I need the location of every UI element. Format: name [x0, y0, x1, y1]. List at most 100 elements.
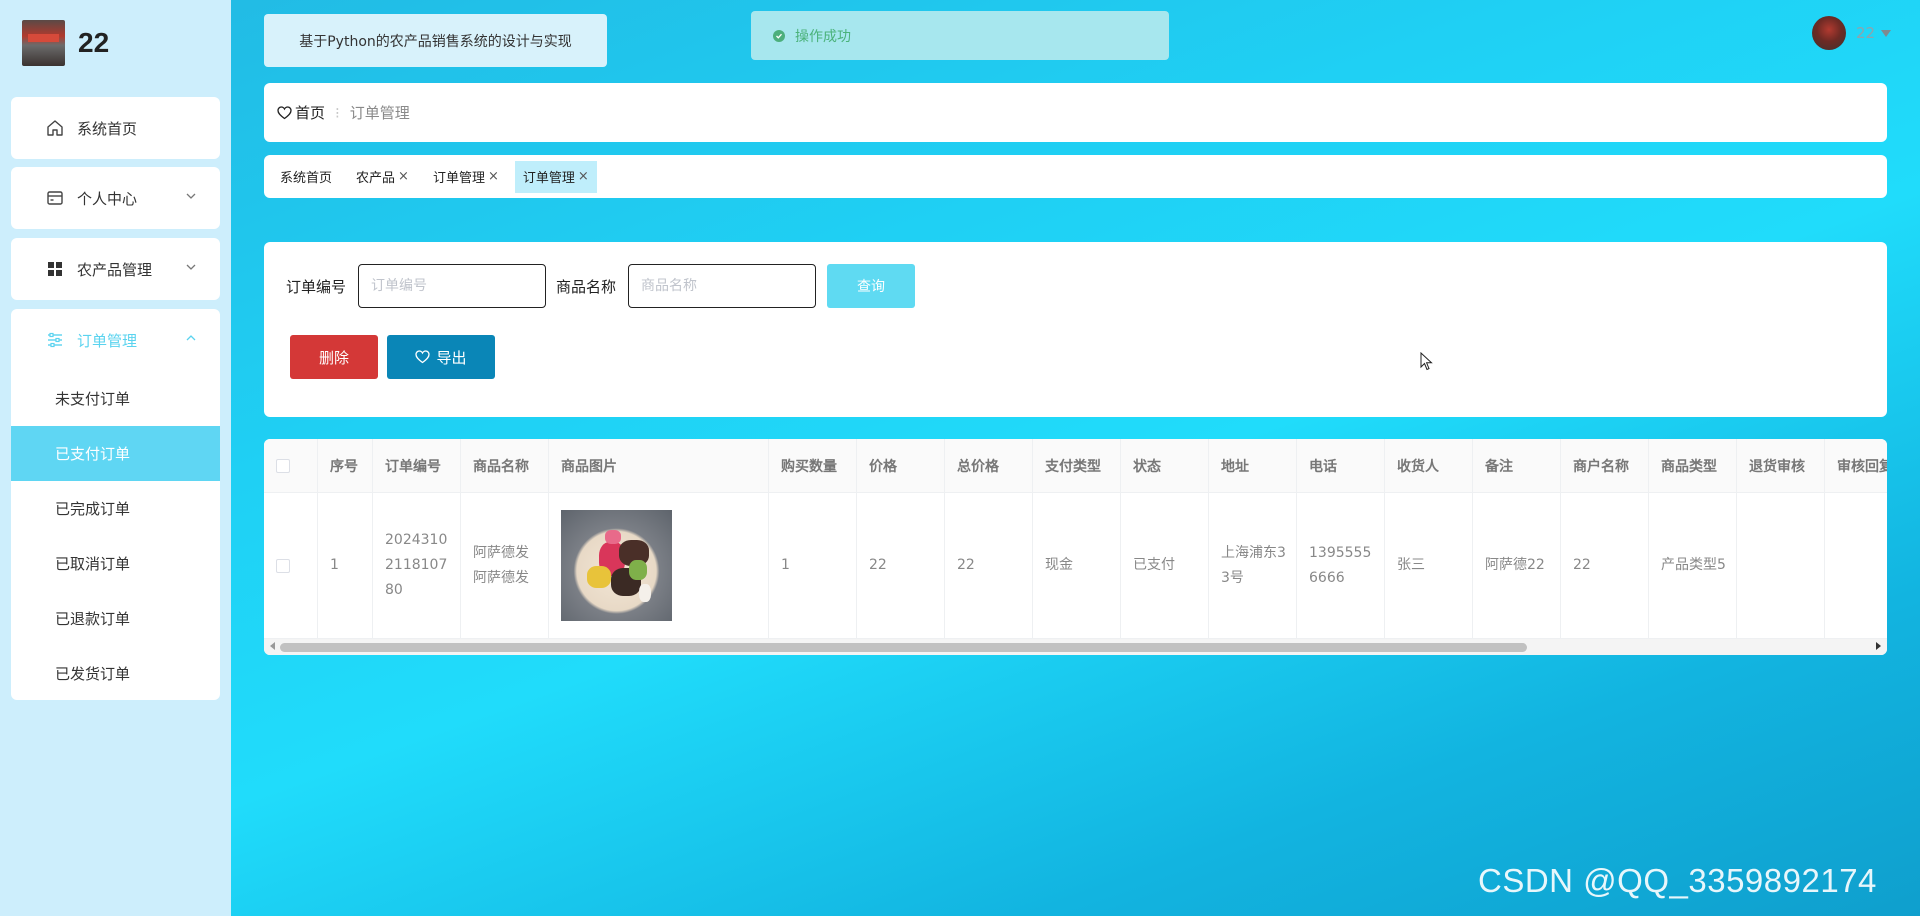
select-all-checkbox[interactable] [276, 458, 290, 473]
user-menu[interactable]: 22 [1812, 15, 1892, 51]
grid-icon [45, 259, 65, 279]
column-header[interactable]: 序号 [318, 439, 372, 493]
column-header[interactable]: 商品名称 [461, 439, 548, 493]
cell-quantity: 1 [769, 493, 856, 639]
column-header[interactable]: 总价格 [945, 439, 1032, 493]
scroll-left-icon[interactable] [270, 642, 275, 650]
cell-phone: 13955556666 [1297, 493, 1384, 639]
breadcrumb-home-label: 首页 [295, 104, 326, 122]
column-status: 状态 已支付 [1121, 439, 1209, 639]
column-product-image: 商品图片 [549, 439, 769, 639]
tabs-bar: 系统首页 农产品 × 订单管理 × 订单管理 × [264, 155, 1887, 198]
product-image[interactable] [561, 510, 672, 621]
cell-address: 上海浦东33号 [1209, 493, 1296, 639]
brand-logo [22, 20, 65, 66]
column-merchant: 商户名称 22 [1561, 439, 1649, 639]
column-header[interactable]: 订单编号 [373, 439, 460, 493]
tab-label: 订单管理 [522, 171, 575, 186]
tab-label: 系统首页 [280, 171, 333, 186]
scroll-right-icon[interactable] [1876, 642, 1881, 650]
cell-remark: 阿萨德22 [1473, 493, 1560, 639]
breadcrumb-home[interactable]: 首页 [277, 102, 325, 123]
product-name-input[interactable] [628, 264, 816, 308]
cell-receiver: 张三 [1385, 493, 1472, 639]
horizontal-scrollbar[interactable] [264, 639, 1887, 655]
column-remark: 备注 阿萨德22 [1473, 439, 1561, 639]
cell-pay-type: 现金 [1033, 493, 1120, 639]
submenu-shipped-orders[interactable]: 已发货订单 [11, 646, 220, 701]
user-name: 22 [1856, 24, 1876, 42]
sidebar-item-label: 订单管理 [77, 331, 138, 350]
delete-button[interactable]: 删除 [290, 335, 378, 379]
column-receiver: 收货人 张三 [1385, 439, 1473, 639]
export-button[interactable]: 导出 [387, 335, 495, 379]
sidebar-item-label: 个人中心 [77, 189, 138, 208]
sidebar-item-orders[interactable]: 订单管理 [11, 309, 220, 371]
wallet-icon [45, 188, 65, 208]
column-header[interactable]: 地址 [1209, 439, 1296, 493]
tab-home[interactable]: 系统首页 [272, 161, 340, 193]
brand[interactable]: 22 [22, 20, 109, 66]
check-circle-icon [773, 29, 785, 42]
submenu-refunded-orders[interactable]: 已退款订单 [11, 591, 220, 646]
column-product-name: 商品名称 阿萨德发阿萨德发 [461, 439, 549, 639]
column-header[interactable]: 购买数量 [769, 439, 856, 493]
column-header[interactable]: 商品类型 [1649, 439, 1736, 493]
sidebar-item-home[interactable]: 系统首页 [11, 97, 220, 159]
column-total: 总价格 22 [945, 439, 1033, 639]
heart-icon [415, 350, 431, 364]
cell-review-reply [1825, 493, 1887, 639]
close-icon[interactable]: × [398, 169, 409, 184]
orders-table: 序号 1 订单编号 20243102118107 80 商品名称 阿萨德发阿萨德… [264, 439, 1887, 655]
tab-products[interactable]: 农产品 × [348, 161, 417, 193]
mouse-cursor-icon [1420, 351, 1434, 372]
cell-order-no: 20243102118107 80 [373, 493, 460, 639]
column-product-type: 商品类型 产品类型5 [1649, 439, 1737, 639]
column-address: 地址 上海浦东33号 [1209, 439, 1297, 639]
tab-orders-active[interactable]: 订单管理 × [514, 160, 597, 193]
query-button[interactable]: 查询 [827, 264, 915, 308]
scrollbar-thumb[interactable] [280, 643, 1527, 652]
watermark: CSDN @QQ_3359892174 [1478, 862, 1877, 899]
cell-price: 22 [857, 493, 944, 639]
row-checkbox[interactable] [276, 558, 290, 573]
cell-product-type: 产品类型5 [1649, 493, 1736, 639]
column-header[interactable]: 商品图片 [549, 439, 768, 493]
sidebar-item-products[interactable]: 农产品管理 [11, 238, 220, 300]
column-header[interactable]: 收货人 [1385, 439, 1472, 493]
select-column [264, 439, 318, 639]
home-icon [45, 118, 65, 138]
column-header[interactable]: 退货审核 [1737, 439, 1824, 493]
success-toast: 操作成功 [751, 11, 1169, 60]
column-price: 价格 22 [857, 439, 945, 639]
export-button-label: 导出 [436, 349, 467, 367]
tab-label: 订单管理 [432, 171, 485, 186]
sidebar-item-profile[interactable]: 个人中心 [11, 167, 220, 229]
heart-icon [277, 105, 292, 120]
tab-orders[interactable]: 订单管理 × [425, 161, 507, 193]
close-icon[interactable]: × [488, 169, 499, 184]
submenu-paid-orders[interactable]: 已支付订单 [11, 426, 220, 481]
brand-name: 22 [78, 27, 110, 58]
column-quantity: 购买数量 1 [769, 439, 857, 639]
column-header[interactable]: 状态 [1121, 439, 1208, 493]
order-no-input[interactable] [358, 264, 546, 308]
sliders-icon [45, 330, 65, 350]
sidebar-group-orders: 订单管理 未支付订单 已支付订单 已完成订单 已取消订单 已退款订单 已发货订单 [11, 309, 220, 700]
submenu-completed-orders[interactable]: 已完成订单 [11, 481, 220, 536]
column-header[interactable]: 审核回复 [1825, 439, 1887, 493]
submenu-unpaid-orders[interactable]: 未支付订单 [11, 371, 220, 426]
cell-merchant: 22 [1561, 493, 1648, 639]
column-header[interactable]: 价格 [857, 439, 944, 493]
breadcrumb-current: 订单管理 [349, 104, 410, 122]
caret-down-icon [1881, 29, 1892, 37]
column-header[interactable]: 支付类型 [1033, 439, 1120, 493]
column-header[interactable]: 电话 [1297, 439, 1384, 493]
close-icon[interactable]: × [578, 169, 589, 184]
submenu-cancelled-orders[interactable]: 已取消订单 [11, 536, 220, 591]
column-header[interactable]: 备注 [1473, 439, 1560, 493]
column-header[interactable]: 商户名称 [1561, 439, 1648, 493]
column-index: 序号 1 [318, 439, 373, 639]
app-title: 基于Python的农产品销售系统的设计与实现 [264, 14, 607, 67]
cell-total: 22 [945, 493, 1032, 639]
